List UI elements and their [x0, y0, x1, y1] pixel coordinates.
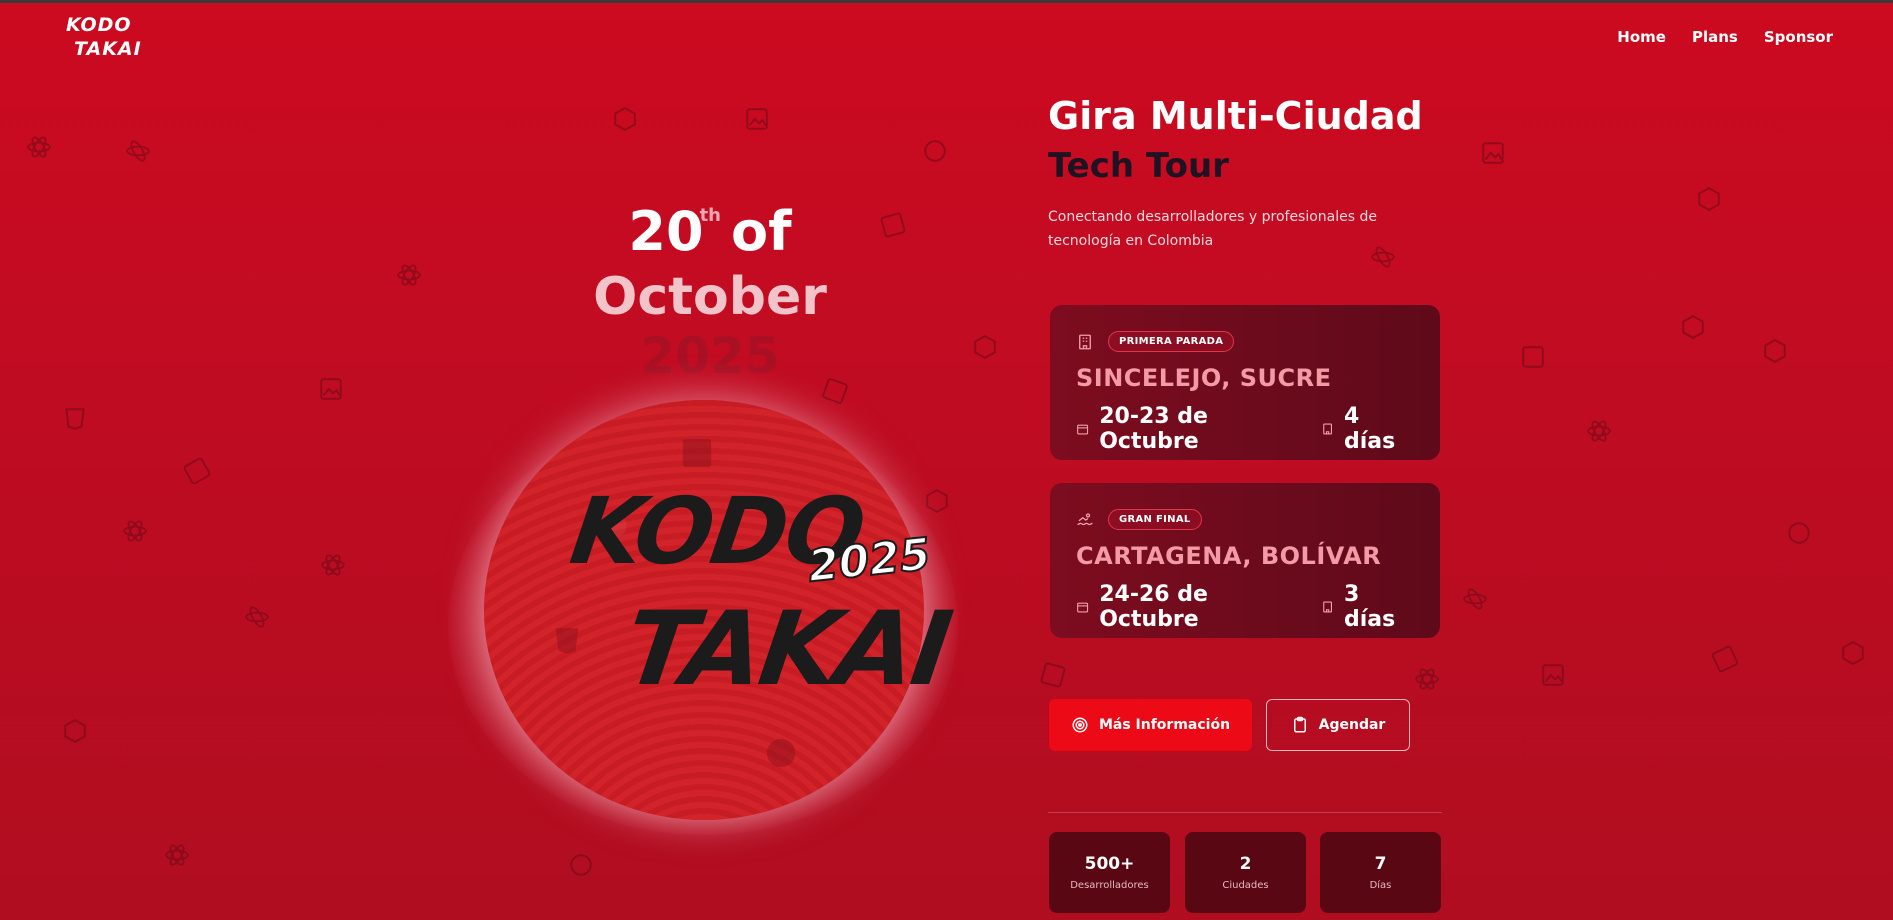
target-icon — [1072, 717, 1088, 733]
logo-text-takai: TAKAI — [617, 590, 956, 709]
hexagon-icon — [1840, 640, 1866, 666]
stop-card-cartagena: GRAN FINAL CARTAGENA, BOLÍVAR 24-26 de O… — [1050, 483, 1440, 638]
circle-c-icon — [1786, 520, 1812, 546]
stat-value: 7 — [1374, 854, 1387, 874]
stop-card-sincelejo: PRIMERA PARADA SINCELEJO, SUCRE 20-23 de… — [1050, 305, 1440, 460]
nav-plans-link[interactable]: Plans — [1692, 28, 1738, 46]
css-icon — [555, 628, 579, 654]
building-icon — [1322, 423, 1332, 435]
react-icon — [1414, 666, 1440, 692]
image-icon — [1040, 662, 1066, 688]
date-month-text: October — [593, 267, 827, 327]
stat-developers: 500+ Desarrolladores — [1049, 832, 1170, 913]
hero-subtitle: Tech Tour — [1048, 146, 1229, 186]
stop-badge: GRAN FINAL — [1108, 509, 1202, 530]
stat-days: 7 Días — [1320, 832, 1441, 913]
hero-description: Conectando desarrolladores y profesional… — [1048, 209, 1378, 249]
clipboard-icon — [1293, 716, 1306, 733]
react-icon — [26, 134, 52, 160]
main-nav: Home Plans Sponsor — [1617, 28, 1833, 46]
react-icon — [1586, 418, 1612, 444]
hexagon-icon — [1762, 338, 1788, 364]
date-year-ghost: 2025 — [640, 327, 780, 385]
schedule-button[interactable]: Agendar — [1266, 699, 1410, 751]
logo-line1: KODO — [66, 14, 132, 36]
image-icon — [183, 457, 211, 485]
react-icon — [164, 842, 190, 868]
stat-value: 500+ — [1084, 854, 1135, 874]
stat-label: Días — [1369, 880, 1392, 891]
image-icon — [744, 106, 770, 132]
logo-red-disc: KODO TAKAI — [484, 400, 956, 820]
stop-city: SINCELEJO, SUCRE — [1076, 364, 1332, 392]
stat-label: Ciudades — [1222, 880, 1269, 891]
stop-dates: 24-26 de Octubre — [1099, 582, 1208, 632]
event-date: 20th of October 2025 — [560, 200, 860, 385]
arrow-icon — [62, 718, 88, 744]
circle-c-icon — [568, 852, 594, 878]
react-icon — [244, 604, 270, 630]
image-icon — [1711, 645, 1739, 673]
hexagon-icon — [972, 334, 998, 360]
image-icon — [318, 376, 344, 402]
schedule-label: Agendar — [1318, 717, 1386, 733]
stop-card-header: GRAN FINAL — [1076, 509, 1414, 530]
site-logo[interactable]: KODO TAKAI — [64, 12, 144, 64]
html-icon — [62, 406, 88, 432]
nav-sponsor-link[interactable]: Sponsor — [1764, 28, 1833, 46]
event-logo-art: KODO TAKAI 2025 — [448, 395, 958, 840]
building-icon — [1322, 601, 1332, 613]
hexagon-icon — [1680, 314, 1706, 340]
date-day: 20 — [628, 200, 704, 263]
stop-duration: 3 días — [1343, 582, 1396, 632]
top-border — [0, 0, 1893, 3]
stop-city: CARTAGENA, BOLÍVAR — [1076, 542, 1382, 570]
image-icon — [1520, 344, 1546, 370]
stop-duration: 4 días — [1343, 404, 1396, 454]
image-icon — [880, 212, 906, 238]
date-of: of — [730, 200, 792, 263]
logo-line2: TAKAI — [74, 38, 142, 60]
image-icon — [1480, 140, 1506, 166]
hexagon-icon — [1696, 186, 1722, 212]
js-icon — [682, 438, 712, 468]
hero-title: Gira Multi-Ciudad — [1048, 94, 1423, 138]
date-line-day: 20th of — [560, 200, 860, 263]
nav-home-link[interactable]: Home — [1617, 28, 1666, 46]
react-icon — [122, 518, 148, 544]
calendar-icon — [1077, 602, 1089, 613]
calendar-icon — [1077, 424, 1089, 435]
date-month: October 2025 — [560, 267, 860, 385]
more-info-label: Más Información — [1098, 717, 1231, 733]
stop-card-header: PRIMERA PARADA — [1076, 331, 1414, 352]
date-suffix: th — [699, 205, 721, 226]
react-icon — [396, 262, 422, 288]
react-icon — [1462, 586, 1488, 612]
section-divider — [1048, 812, 1442, 813]
stop-meta: 20-23 de Octubre 4 días — [1076, 404, 1414, 454]
building-icon — [1079, 334, 1091, 349]
more-info-button[interactable]: Más Información — [1049, 699, 1252, 751]
circle-c-icon — [922, 138, 948, 164]
stop-badge: PRIMERA PARADA — [1108, 331, 1235, 352]
stat-cities: 2 Ciudades — [1185, 832, 1306, 913]
stop-dates: 20-23 de Octubre — [1099, 404, 1208, 454]
hexagon-icon — [612, 106, 638, 132]
stat-label: Desarrolladores — [1070, 880, 1149, 891]
stop-meta: 24-26 de Octubre 3 días — [1076, 582, 1414, 632]
pepsi-icon — [766, 738, 796, 768]
stat-value: 2 — [1239, 854, 1252, 874]
swimmer-icon — [1077, 512, 1093, 525]
react-icon — [320, 552, 346, 578]
react-icon — [125, 138, 151, 164]
image-icon — [1540, 662, 1566, 688]
